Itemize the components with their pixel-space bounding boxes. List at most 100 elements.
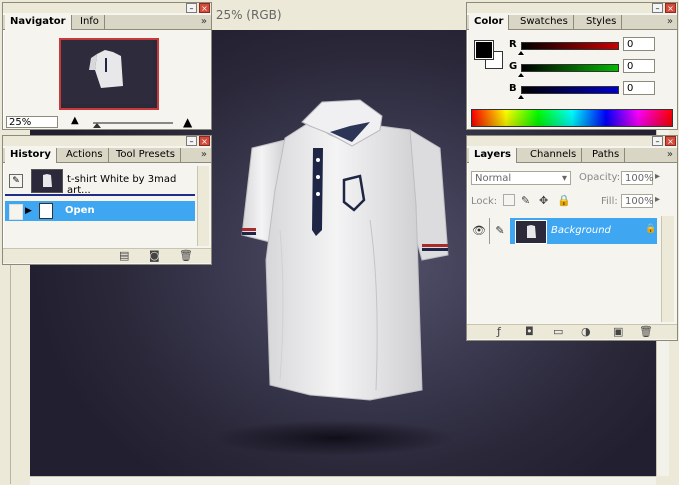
adjustment-layer-icon[interactable]: ◑ <box>581 325 591 338</box>
history-palette: – × History Actions Tool Presets » ✎ t-s… <box>2 135 212 265</box>
lock-paint-brush-icon[interactable]: ✎ <box>521 194 530 207</box>
layers-footer: ƒ ◘ ▭ ◑ ▣ 🗑 <box>467 324 677 339</box>
snapshot-thumbnail <box>31 169 63 193</box>
fill-label: Fill: <box>601 196 618 207</box>
minimize-button[interactable]: – <box>186 136 197 146</box>
delete-layer-icon[interactable]: 🗑 <box>639 325 653 338</box>
lock-transparency-icon[interactable] <box>503 194 515 206</box>
palette-title-bar[interactable]: – × <box>3 136 211 146</box>
history-tab-row: History Actions Tool Presets » <box>3 148 211 163</box>
fill-field[interactable]: 100% <box>621 194 654 208</box>
layer-mask-icon[interactable]: ◘ <box>525 325 534 338</box>
new-layer-icon[interactable]: ▣ <box>613 325 623 338</box>
blue-channel-label: B <box>509 83 517 94</box>
tab-info[interactable]: Info <box>75 15 105 29</box>
history-divider <box>5 194 195 196</box>
navigator-palette: – × Navigator Info » 25% ▲ ▲ <box>2 2 212 130</box>
close-button[interactable]: × <box>199 136 210 146</box>
minimize-button[interactable]: – <box>186 3 197 13</box>
opacity-field[interactable]: 100% <box>621 171 654 185</box>
navigator-tab-row: Navigator Info » <box>3 15 211 30</box>
tab-channels[interactable]: Channels <box>525 148 583 162</box>
tab-tool-presets[interactable]: Tool Presets <box>111 148 181 162</box>
close-button[interactable]: × <box>199 3 210 13</box>
lock-move-icon[interactable]: ✥ <box>539 194 548 207</box>
paintbrush-icon[interactable]: ✎ <box>490 218 510 244</box>
history-scrollbar[interactable] <box>197 166 209 246</box>
palette-menu-icon[interactable]: » <box>667 149 673 160</box>
close-button[interactable]: × <box>665 3 676 13</box>
green-channel-slider[interactable] <box>521 64 619 72</box>
blue-slider-handle[interactable] <box>517 94 525 100</box>
minimize-button[interactable]: – <box>652 136 663 146</box>
tab-history[interactable]: History <box>5 148 57 163</box>
opacity-arrow-icon[interactable]: ▸ <box>655 171 660 182</box>
new-group-icon[interactable]: ▭ <box>553 325 563 338</box>
navigator-thumbnail <box>61 40 153 104</box>
tab-swatches[interactable]: Swatches <box>515 15 574 29</box>
tab-styles[interactable]: Styles <box>581 15 623 29</box>
history-slider-icon[interactable]: ▶ <box>25 206 32 216</box>
new-snapshot-icon[interactable]: ◙ <box>149 249 160 262</box>
navigator-view-box[interactable] <box>59 38 159 110</box>
new-document-from-state-icon[interactable]: ▤ <box>119 249 129 262</box>
toolbox-edge <box>0 264 11 484</box>
layer-style-icon[interactable]: ƒ <box>497 325 501 338</box>
zoom-in-icon[interactable]: ▲ <box>183 115 192 129</box>
history-step[interactable]: ▶ Open <box>5 201 195 221</box>
layer-name[interactable]: Background <box>551 225 611 236</box>
fill-arrow-icon[interactable]: ▸ <box>655 194 660 205</box>
layers-scrollbar[interactable] <box>661 216 674 322</box>
layer-row[interactable]: 👁 ✎ Background 🔒 <box>469 218 657 244</box>
zoom-out-icon[interactable]: ▲ <box>71 115 79 126</box>
zoom-slider[interactable] <box>93 122 173 124</box>
close-button[interactable]: × <box>665 136 676 146</box>
lock-all-icon[interactable]: 🔒 <box>557 194 571 207</box>
red-channel-label: R <box>509 39 517 50</box>
history-source-checkbox[interactable] <box>9 204 23 220</box>
opacity-label: Opacity: <box>579 172 621 183</box>
minimize-button[interactable]: – <box>652 3 663 13</box>
zoom-slider-handle[interactable] <box>93 123 101 128</box>
green-value-field[interactable]: 0 <box>623 59 655 73</box>
palette-menu-icon[interactable]: » <box>201 149 207 160</box>
blue-value-field[interactable]: 0 <box>623 81 655 95</box>
snapshot-label: t-shirt White by 3mad art... <box>67 174 177 196</box>
eye-visibility-icon[interactable]: 👁 <box>469 218 490 244</box>
blend-mode-select[interactable]: Normal ▾ <box>471 171 571 185</box>
delete-icon[interactable]: 🗑 <box>179 249 193 262</box>
red-slider-handle[interactable] <box>517 50 525 56</box>
color-spectrum-ramp[interactable] <box>471 109 673 127</box>
red-value-field[interactable]: 0 <box>623 37 655 51</box>
color-palette: – × Color Swatches Styles » R 0 G 0 B 0 <box>466 2 678 130</box>
red-channel-slider[interactable] <box>521 42 619 50</box>
tab-layers[interactable]: Layers <box>469 148 517 163</box>
layer-thumbnail <box>515 220 547 244</box>
document-step-icon <box>39 203 53 219</box>
tab-actions[interactable]: Actions <box>61 148 109 162</box>
tab-navigator[interactable]: Navigator <box>5 15 72 30</box>
layers-palette: – × Layers Channels Paths » Normal ▾ Opa… <box>466 135 678 341</box>
layers-tab-row: Layers Channels Paths » <box>467 148 677 163</box>
history-footer: ▤ ◙ 🗑 <box>3 248 211 263</box>
chevron-down-icon: ▾ <box>561 173 567 184</box>
history-snapshot[interactable]: ✎ t-shirt White by 3mad art... <box>5 168 195 196</box>
color-tab-row: Color Swatches Styles » <box>467 15 677 30</box>
palette-title-bar[interactable]: – × <box>3 3 211 13</box>
blend-mode-value: Normal <box>475 173 512 184</box>
history-brush-icon[interactable]: ✎ <box>9 174 23 188</box>
history-step-label: Open <box>65 205 95 216</box>
palette-title-bar[interactable]: – × <box>467 136 677 146</box>
palette-title-bar[interactable]: – × <box>467 3 677 13</box>
palette-menu-icon[interactable]: » <box>201 16 207 27</box>
tab-paths[interactable]: Paths <box>587 148 626 162</box>
green-channel-label: G <box>509 61 518 72</box>
lock-label: Lock: <box>471 196 498 207</box>
foreground-color-swatch[interactable] <box>474 40 494 60</box>
green-slider-handle[interactable] <box>517 72 525 78</box>
zoom-field[interactable]: 25% <box>6 116 58 128</box>
lock-icon: 🔒 <box>645 224 657 234</box>
palette-menu-icon[interactable]: » <box>667 16 673 27</box>
tab-color[interactable]: Color <box>469 15 510 30</box>
blue-channel-slider[interactable] <box>521 86 619 94</box>
